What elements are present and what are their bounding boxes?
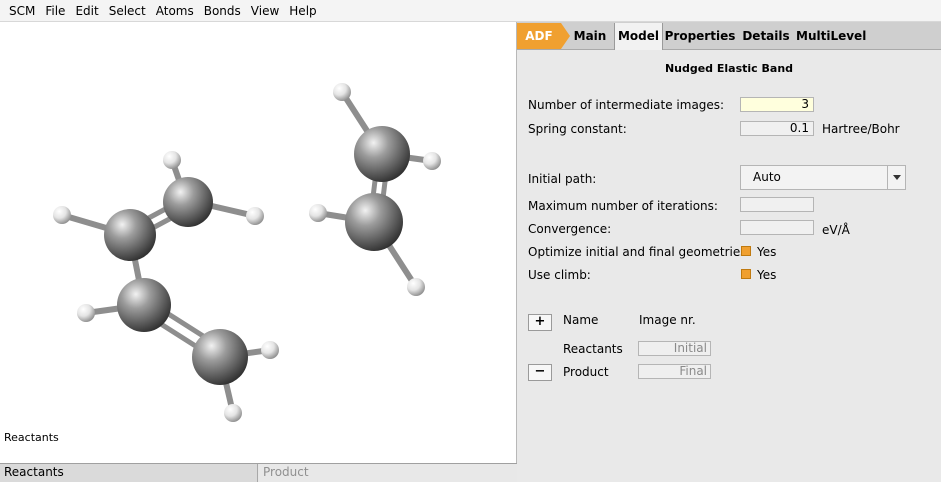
maxiter-label: Maximum number of iterations: — [528, 199, 718, 213]
hydrogen-atom — [407, 278, 425, 296]
hydrogen-atom — [261, 341, 279, 359]
spring-unit: Hartree/Bohr — [822, 122, 900, 136]
row-product-image[interactable]: Final — [638, 364, 711, 379]
viewport-label: Reactants — [4, 431, 59, 444]
optimize-value: Yes — [757, 245, 777, 259]
climb-label: Use climb: — [528, 268, 591, 282]
remove-image-button[interactable]: − — [528, 364, 552, 381]
menu-bar: SCM File Edit Select Atoms Bonds View He… — [0, 0, 941, 22]
row-reactants-name: Reactants — [563, 342, 623, 356]
climb-value: Yes — [757, 268, 777, 282]
panel-tab-bar: ADF Main Model Properties Details MultiL… — [517, 22, 941, 50]
chevron-down-icon[interactable] — [887, 166, 905, 189]
menu-edit[interactable]: Edit — [70, 0, 103, 22]
atoms — [53, 83, 441, 422]
spring-label: Spring constant: — [528, 122, 627, 136]
optimize-label: Optimize initial and final geometries: — [528, 245, 751, 259]
menu-bonds[interactable]: Bonds — [199, 0, 246, 22]
menu-view[interactable]: View — [246, 0, 284, 22]
hydrogen-atom — [246, 207, 264, 225]
menu-file[interactable]: File — [40, 0, 70, 22]
convergence-input[interactable] — [740, 220, 814, 235]
menu-scm[interactable]: SCM — [4, 0, 40, 22]
carbon-atom — [345, 193, 403, 251]
hydrogen-atom — [53, 206, 71, 224]
menu-atoms[interactable]: Atoms — [151, 0, 199, 22]
optimize-checkbox[interactable] — [741, 246, 751, 256]
hydrogen-atom — [163, 151, 181, 169]
convergence-unit: eV/Å — [822, 223, 850, 237]
tab-main[interactable]: Main — [568, 23, 612, 49]
climb-checkbox[interactable] — [741, 269, 751, 279]
panel-title: Nudged Elastic Band — [664, 62, 794, 75]
hydrogen-atom — [309, 204, 327, 222]
row-product-name: Product — [563, 365, 609, 379]
hydrogen-atom — [77, 304, 95, 322]
geometry-tabs: Reactants Product — [0, 463, 517, 482]
settings-panel: ADF Main Model Properties Details MultiL… — [517, 22, 941, 482]
col-name-header: Name — [563, 313, 599, 327]
tab-properties[interactable]: Properties — [663, 23, 737, 49]
add-image-button[interactable]: + — [528, 314, 552, 331]
carbon-atom — [117, 278, 171, 332]
hydrogen-atom — [333, 83, 351, 101]
path-label: Initial path: — [528, 172, 597, 186]
tab-model[interactable]: Model — [614, 23, 663, 50]
row-reactants-image[interactable]: Initial — [638, 341, 711, 356]
images-input[interactable]: 3 — [740, 97, 814, 112]
path-select-value: Auto — [753, 170, 781, 184]
convergence-label: Convergence: — [528, 222, 612, 236]
tab-adf[interactable]: ADF — [517, 23, 561, 49]
images-label: Number of intermediate images: — [528, 98, 725, 112]
carbon-atom — [354, 126, 410, 182]
molecule-viewport[interactable]: Reactants — [0, 22, 517, 463]
col-image-header: Image nr. — [639, 313, 696, 327]
tab-details[interactable]: Details — [741, 23, 791, 49]
menu-help[interactable]: Help — [284, 0, 321, 22]
menu-select[interactable]: Select — [104, 0, 151, 22]
path-select[interactable]: Auto — [740, 165, 906, 190]
status-tab-product[interactable]: Product — [259, 464, 517, 482]
carbon-atom — [163, 177, 213, 227]
maxiter-input[interactable] — [740, 197, 814, 212]
hydrogen-atom — [224, 404, 242, 422]
hydrogen-atom — [423, 152, 441, 170]
tab-multilevel[interactable]: MultiLevel — [796, 23, 866, 49]
carbon-atom — [192, 329, 248, 385]
molecule-canvas[interactable] — [0, 22, 516, 463]
spring-input[interactable]: 0.1 — [740, 121, 814, 136]
carbon-atom — [104, 209, 156, 261]
status-tab-reactants[interactable]: Reactants — [0, 464, 258, 482]
